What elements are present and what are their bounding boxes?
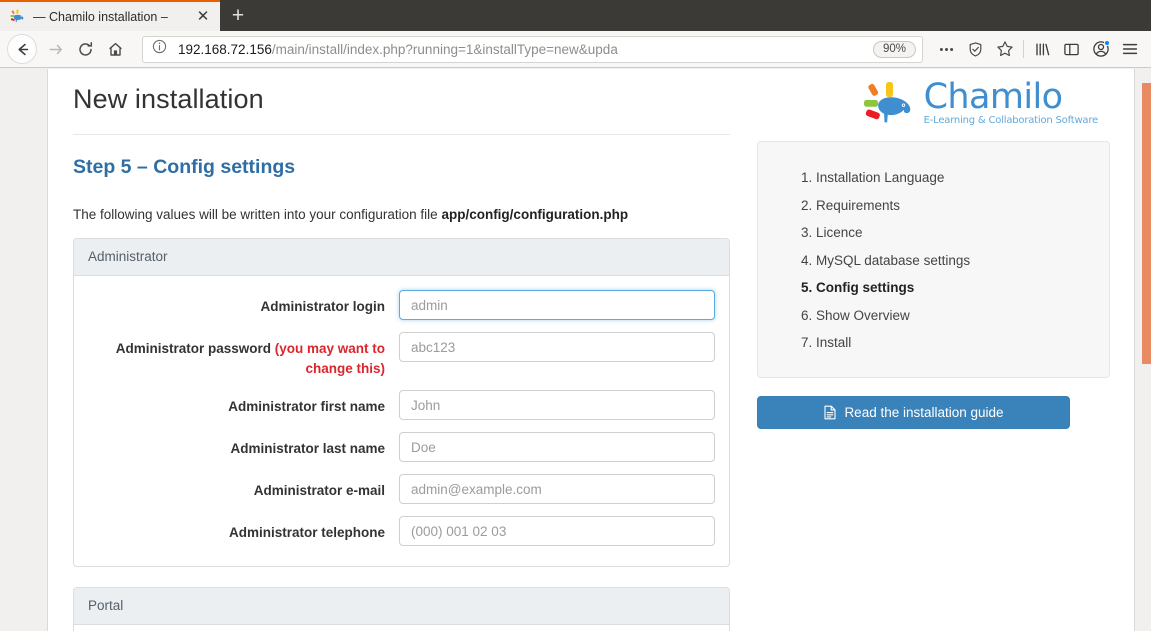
step-item-3[interactable]: 3. Licence <box>801 219 1109 247</box>
panel-body-administrator: Administrator login admin Administrator … <box>74 276 729 566</box>
account-icon[interactable] <box>1086 35 1115 64</box>
label-admin-email: Administrator e-mail <box>253 483 385 499</box>
sidebar-column: Chamilo E-Learning & Collaboration Softw… <box>730 69 1110 631</box>
logo-wrapper: Chamilo E-Learning & Collaboration Softw… <box>757 80 1110 126</box>
page-viewport: New installation Step 5 – Config setting… <box>0 69 1151 631</box>
account-notification-dot <box>1104 39 1110 46</box>
shield-icon[interactable] <box>961 35 990 64</box>
logo-tagline: E-Learning & Collaboration Software <box>923 115 1099 126</box>
panel-header-portal: Portal <box>74 588 729 626</box>
page-canvas: New installation Step 5 – Config setting… <box>47 69 1135 631</box>
input-admin-firstname[interactable]: John <box>399 390 715 421</box>
panel-body-portal <box>74 625 729 631</box>
step-item-6[interactable]: 6. Show Overview <box>801 302 1109 330</box>
tab-strip: — Chamilo installation – ✕ + <box>0 0 1151 31</box>
navigation-toolbar: 192.168.72.156/main/install/index.php?ru… <box>0 31 1151 68</box>
chamilo-favicon-icon <box>10 9 26 25</box>
new-tab-button[interactable]: + <box>220 2 256 31</box>
page-scrollbar[interactable] <box>1135 69 1151 631</box>
menu-icon[interactable] <box>1115 35 1144 64</box>
browser-window: — Chamilo installation – ✕ + 192.168.72.… <box>0 0 1151 631</box>
config-file-path: app/config/configuration.php <box>441 207 629 222</box>
close-icon[interactable]: ✕ <box>194 8 212 26</box>
label-admin-telephone: Administrator telephone <box>228 525 385 541</box>
library-icon[interactable] <box>1028 35 1057 64</box>
address-bar[interactable]: 192.168.72.156/main/install/index.php?ru… <box>142 35 923 63</box>
page-actions-icon[interactable] <box>932 35 961 64</box>
label-admin-password: Administrator password (you may want to … <box>88 332 399 378</box>
form-row-admin-email: Administrator e-mail admin@example.com <box>88 474 715 505</box>
lead-text: The following values will be written int… <box>73 207 730 222</box>
main-column: New installation Step 5 – Config setting… <box>73 69 730 631</box>
browser-tab[interactable]: — Chamilo installation – ✕ <box>0 0 220 31</box>
install-steps-list: 1. Installation Language 2. Requirements… <box>757 141 1110 378</box>
url-text[interactable]: 192.168.72.156/main/install/index.php?ru… <box>178 42 867 57</box>
reload-button[interactable] <box>70 34 100 64</box>
input-admin-login[interactable]: admin <box>399 290 715 320</box>
url-path: /main/install/index.php?running=1&instal… <box>271 41 618 57</box>
tab-title: — Chamilo installation – <box>33 9 168 24</box>
form-row-admin-login: Administrator login admin <box>88 290 715 320</box>
label-admin-firstname: Administrator first name <box>228 399 385 415</box>
form-row-admin-lastname: Administrator last name Doe <box>88 432 715 463</box>
lead-prefix: The following values will be written int… <box>73 207 442 222</box>
step-item-7[interactable]: 7. Install <box>801 329 1109 357</box>
input-admin-lastname[interactable]: Doe <box>399 432 715 463</box>
logo-text: Chamilo E-Learning & Collaboration Softw… <box>923 77 1099 126</box>
document-icon <box>823 405 837 420</box>
chamilo-chameleon-icon <box>863 81 920 125</box>
step-item-4[interactable]: 4. MySQL database settings <box>801 247 1109 275</box>
panel-header-administrator: Administrator <box>74 239 729 276</box>
forward-button <box>40 34 70 64</box>
input-admin-telephone[interactable]: (000) 001 02 03 <box>399 516 715 547</box>
logo-wordmark: Chamilo <box>923 77 1063 117</box>
page-title: New installation <box>73 84 730 135</box>
toolbar-divider <box>1023 40 1024 58</box>
bookmark-star-icon[interactable] <box>990 35 1019 64</box>
info-icon[interactable] <box>152 39 170 59</box>
sidebar-icon[interactable] <box>1057 35 1086 64</box>
input-admin-password[interactable]: abc123 <box>399 332 715 362</box>
scrollbar-thumb[interactable] <box>1142 83 1151 364</box>
administrator-panel: Administrator Administrator login admin … <box>73 238 730 568</box>
guide-button-label: Read the installation guide <box>844 404 1004 420</box>
step-item-2[interactable]: 2. Requirements <box>801 192 1109 220</box>
read-installation-guide-button[interactable]: Read the installation guide <box>757 395 1070 429</box>
back-button[interactable] <box>7 34 37 64</box>
home-button[interactable] <box>100 34 130 64</box>
step-title: Step 5 – Config settings <box>73 156 296 178</box>
label-admin-password-text: Administrator password <box>115 341 275 356</box>
form-row-admin-firstname: Administrator first name John <box>88 390 715 421</box>
form-row-admin-telephone: Administrator telephone (000) 001 02 03 <box>88 516 715 547</box>
label-admin-login: Administrator login <box>260 299 386 314</box>
step-item-1[interactable]: 1. Installation Language <box>801 164 1109 192</box>
toolbar-icons <box>932 35 1144 64</box>
url-host: 192.168.72.156 <box>178 41 272 57</box>
label-admin-password-warning: (you may want to change this) <box>274 341 385 376</box>
step-item-5[interactable]: 5. Config settings <box>801 274 1109 302</box>
portal-panel: Portal <box>73 587 730 631</box>
zoom-level-badge[interactable]: 90% <box>872 40 916 58</box>
chamilo-logo: Chamilo E-Learning & Collaboration Softw… <box>863 77 1099 126</box>
label-admin-lastname: Administrator last name <box>230 441 385 457</box>
input-admin-email[interactable]: admin@example.com <box>399 474 715 505</box>
page-content: New installation Step 5 – Config setting… <box>48 69 1134 631</box>
form-row-admin-password: Administrator password (you may want to … <box>88 332 715 378</box>
